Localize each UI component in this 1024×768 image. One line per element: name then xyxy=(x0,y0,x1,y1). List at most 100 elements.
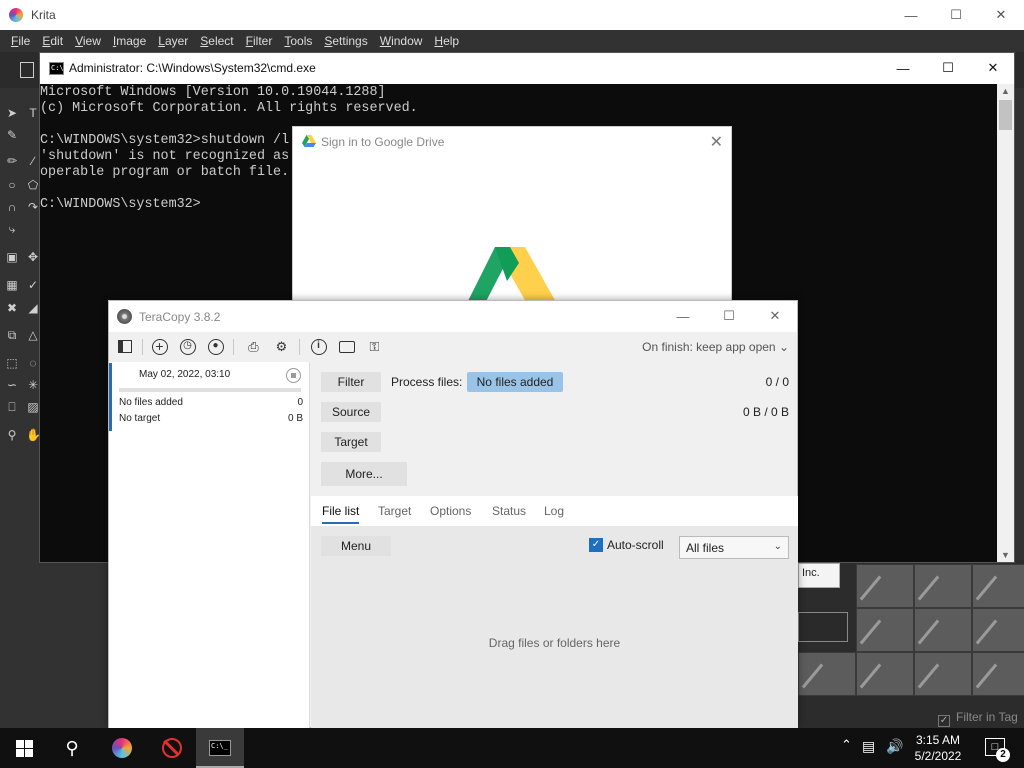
info-icon[interactable]: i xyxy=(310,338,327,355)
contiguous-select-icon[interactable]: ✳ xyxy=(26,378,40,392)
tab-target[interactable]: Target xyxy=(378,504,411,518)
license-card-icon[interactable] xyxy=(338,338,355,355)
polygon-tool-icon[interactable]: ⬠ xyxy=(26,178,40,192)
gear-icon[interactable]: ⚙ xyxy=(273,338,290,355)
brush-preset[interactable] xyxy=(972,564,1024,608)
brush-preset[interactable] xyxy=(972,608,1024,652)
tab-log[interactable]: Log xyxy=(544,504,564,518)
brush-preset[interactable] xyxy=(856,608,914,652)
maximize-icon[interactable]: ☐ xyxy=(925,53,971,83)
tab-file-list[interactable]: File list xyxy=(322,504,360,524)
tab-options[interactable]: Options xyxy=(430,504,471,518)
filter-button[interactable]: Filter xyxy=(321,372,381,392)
target-button[interactable]: Target xyxy=(321,432,381,452)
maximize-icon[interactable]: ☐ xyxy=(933,0,979,30)
freehand-select-icon[interactable]: ∽ xyxy=(5,378,19,392)
scroll-down-icon[interactable]: ▼ xyxy=(1001,550,1010,560)
text-tool-icon[interactable]: T xyxy=(26,106,40,120)
menu-edit[interactable]: Edit xyxy=(42,34,63,48)
taskbar-krita[interactable] xyxy=(98,728,146,768)
taskbar-cmd[interactable]: C:\_ xyxy=(196,728,244,768)
bezier-tool-icon[interactable]: ∩ xyxy=(5,200,19,214)
brush-preset[interactable] xyxy=(914,564,972,608)
move-tool-icon[interactable]: ✥ xyxy=(26,250,40,264)
account-icon[interactable]: ● xyxy=(207,338,224,355)
brush-preset[interactable] xyxy=(914,652,972,696)
ellipse-select-icon[interactable]: ◌ xyxy=(26,356,40,370)
line-tool-icon[interactable]: ∕ xyxy=(26,154,40,168)
menu-layer[interactable]: Layer xyxy=(158,34,188,48)
minimize-icon[interactable]: — xyxy=(880,53,926,83)
taskbar-blocked-app[interactable] xyxy=(148,728,196,768)
new-document-icon[interactable] xyxy=(20,62,34,78)
fill-tool-icon[interactable]: ◢ xyxy=(26,301,40,315)
scroll-up-icon[interactable]: ▲ xyxy=(1001,86,1010,96)
tab-status[interactable]: Status xyxy=(492,504,526,518)
menu-filter[interactable]: Filter xyxy=(246,34,273,48)
menu-window[interactable]: Window xyxy=(380,34,423,48)
measure-tool-icon[interactable]: △ xyxy=(26,328,40,342)
docker-dark-button[interactable] xyxy=(798,612,848,642)
cmd-scrollbar[interactable]: ▲ ▼ xyxy=(997,84,1014,562)
gradient-tool-icon[interactable]: ▦ xyxy=(5,278,19,292)
menu-select[interactable]: Select xyxy=(200,34,233,48)
scroll-thumb[interactable] xyxy=(999,100,1012,130)
menu-settings[interactable]: Settings xyxy=(324,34,367,48)
clock[interactable]: 3:15 AM 5/2/2022 xyxy=(910,732,966,764)
show-hidden-icons-icon[interactable]: ⌃ xyxy=(841,737,852,753)
key-icon[interactable]: ⚿ xyxy=(366,338,383,355)
color-picker-icon[interactable]: ✓ xyxy=(26,278,40,292)
menu-tools[interactable]: Tools xyxy=(284,34,312,48)
panel-toggle-icon[interactable] xyxy=(116,338,133,355)
ellipse-tool-icon[interactable]: ○ xyxy=(5,178,19,192)
brush-preset[interactable] xyxy=(856,564,914,608)
maximize-icon[interactable]: ☐ xyxy=(706,301,752,331)
close-icon[interactable]: ✕ xyxy=(970,53,1016,83)
process-files-badge[interactable]: No files added xyxy=(467,372,563,392)
network-icon[interactable]: ▤ xyxy=(862,738,875,755)
filter-in-tag-checkbox[interactable]: ✓ Filter in Tag xyxy=(938,710,1018,727)
menu-button[interactable]: Menu xyxy=(321,536,391,556)
brush-preset[interactable] xyxy=(856,652,914,696)
similar-select-icon[interactable]: ▨ xyxy=(26,400,40,414)
add-icon[interactable]: + xyxy=(151,338,168,355)
close-icon[interactable]: ✕ xyxy=(978,0,1024,30)
dynamic-brush-icon[interactable]: ⤷ xyxy=(5,222,19,236)
assistant-tool-icon[interactable]: ⧉ xyxy=(5,328,19,342)
menu-image[interactable]: Image xyxy=(113,34,146,48)
edit-shapes-icon[interactable]: ✎ xyxy=(5,128,19,142)
menu-view[interactable]: View xyxy=(75,34,101,48)
search-button[interactable]: ⚲ xyxy=(48,728,96,768)
history-icon[interactable]: ◷ xyxy=(179,338,196,355)
start-button[interactable] xyxy=(0,728,48,768)
brush-preset[interactable] xyxy=(914,608,972,652)
minimize-icon[interactable]: — xyxy=(888,0,934,30)
close-icon[interactable]: ✕ xyxy=(752,301,798,331)
menu-file[interactable]: File xyxy=(11,34,30,48)
brush-tool-icon[interactable]: ✏ xyxy=(5,154,19,168)
brush-preset[interactable] xyxy=(798,652,856,696)
job-target-row: No target 0 B xyxy=(119,413,303,424)
autoscroll-checkbox[interactable]: ✓ Auto-scroll xyxy=(589,538,664,552)
file-filter-select[interactable]: All files ⌄ xyxy=(679,536,789,559)
volume-icon[interactable]: 🔊 xyxy=(886,738,903,755)
menu-help[interactable]: Help xyxy=(434,34,459,48)
bezier-select-icon[interactable]: ⎕ xyxy=(5,400,19,414)
zoom-tool-icon[interactable]: ⚲ xyxy=(5,428,19,442)
pan-tool-icon[interactable]: ✋ xyxy=(26,428,41,442)
crop-tool-icon[interactable]: ▣ xyxy=(5,250,19,264)
more-button[interactable]: More... xyxy=(321,462,407,486)
on-finish-dropdown[interactable]: On finish: keep app open ⌄ xyxy=(642,340,789,354)
job-item[interactable]: May 02, 2022, 03:10 No files added 0 No … xyxy=(109,363,308,431)
close-icon[interactable]: ✕ xyxy=(710,132,723,152)
minimize-icon[interactable]: — xyxy=(660,301,706,331)
brush-preset[interactable] xyxy=(972,652,1024,696)
print-icon[interactable]: ⎙ xyxy=(245,338,262,355)
stop-icon[interactable] xyxy=(286,368,301,383)
smart-patch-icon[interactable]: ✖ xyxy=(5,301,19,315)
source-button[interactable]: Source xyxy=(321,402,381,422)
rect-select-icon[interactable]: ⬚ xyxy=(5,356,19,370)
file-list-area[interactable]: Menu ✓ Auto-scroll All files ⌄ Drag file… xyxy=(311,526,798,728)
select-tool-icon[interactable]: ➤ xyxy=(5,106,19,120)
freehand-path-icon[interactable]: ↷ xyxy=(26,200,40,214)
